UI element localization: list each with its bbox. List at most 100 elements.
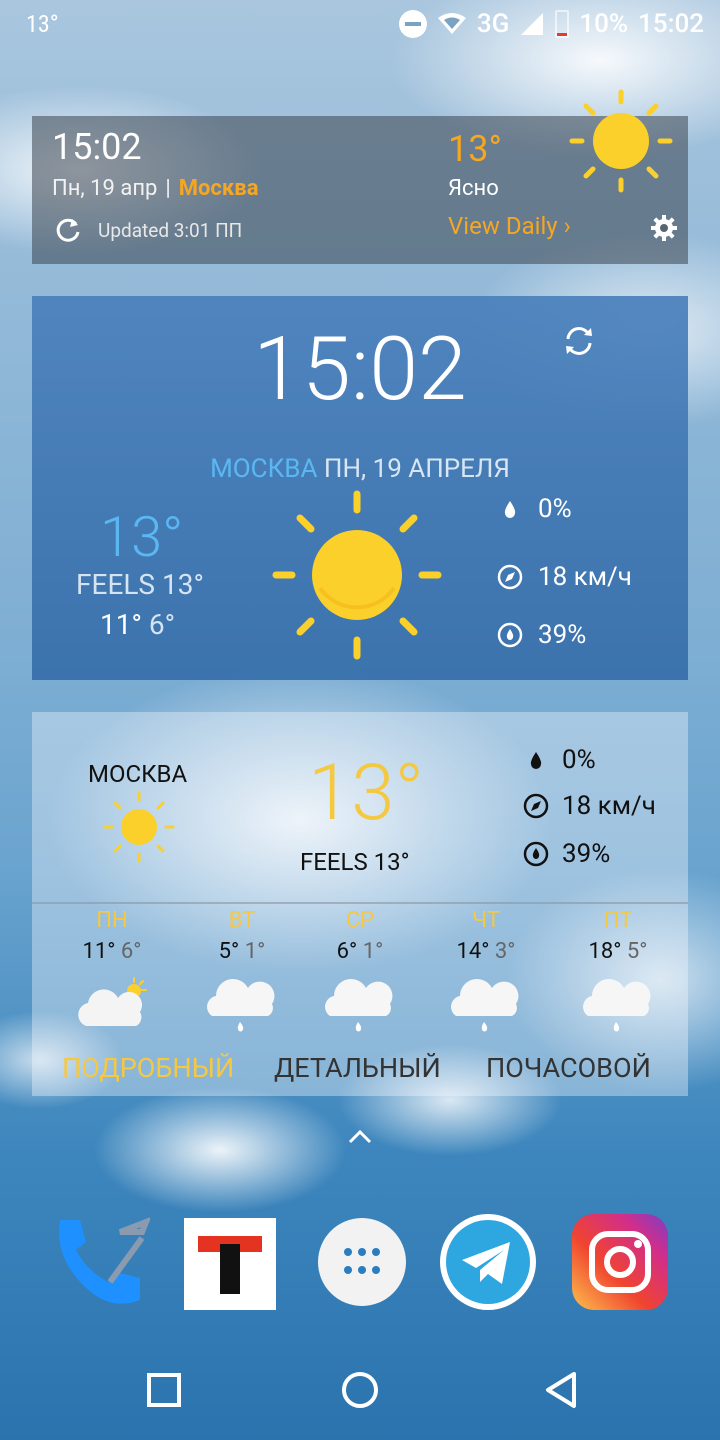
forecast-city: МОСКВА bbox=[88, 760, 188, 788]
wind-value: 18 км/ч bbox=[538, 562, 632, 592]
telegram-app-icon[interactable] bbox=[438, 1212, 538, 1312]
navigation-bar bbox=[0, 1340, 720, 1440]
day-low: 1° bbox=[244, 939, 266, 964]
day-range: 18° 5° bbox=[558, 939, 678, 964]
sun-icon bbox=[103, 791, 175, 863]
day-range: 11° 6° bbox=[52, 939, 172, 964]
humidity-value: 39% bbox=[562, 839, 611, 869]
day-high: 14° bbox=[456, 939, 490, 964]
day-name: ВТ bbox=[228, 908, 256, 933]
clock-feels: FEELS 13° bbox=[76, 568, 204, 601]
compass-icon bbox=[497, 564, 523, 590]
recents-button[interactable] bbox=[140, 1366, 188, 1414]
forecast-tabs: ПОДРОБНЫЙ ДЕТАЛЬНЫЙ ПОЧАСОВОЙ bbox=[32, 1052, 688, 1088]
raindrop-icon bbox=[530, 752, 542, 769]
humidity-icon bbox=[523, 841, 549, 867]
day-high: 6° bbox=[336, 939, 358, 964]
partly-cloudy-icon bbox=[78, 977, 147, 1026]
network-type: 3G bbox=[476, 9, 510, 39]
day-high: 11° bbox=[82, 939, 116, 964]
tab-hourly[interactable]: ПОЧАСОВОЙ bbox=[486, 1052, 651, 1084]
current-temp: 13° bbox=[448, 128, 502, 170]
humidity-icon bbox=[497, 622, 523, 648]
widget-time: 15:02 bbox=[52, 126, 142, 168]
forecast-day[interactable]: ВТ 5° 1° bbox=[182, 908, 302, 1032]
updated-label: Updated 3:01 ПП bbox=[98, 219, 243, 242]
compass-icon bbox=[523, 793, 549, 819]
signal-icon bbox=[521, 13, 544, 35]
status-temp: 13° bbox=[26, 10, 59, 38]
sun-icon bbox=[272, 490, 442, 660]
clock-high: 11° bbox=[100, 608, 142, 641]
day-low: 6° bbox=[120, 939, 142, 964]
forecast-temp: 13° bbox=[308, 748, 425, 839]
forecast-day[interactable]: СР 6° 1° bbox=[300, 908, 420, 1032]
humidity-stat: 39% bbox=[522, 838, 610, 870]
forecast-divider bbox=[32, 902, 688, 904]
weather-widget-compact[interactable]: 15:02 Пн, 19 апр | Москва Updated 3:01 ПП … bbox=[32, 89, 688, 264]
battery-percent: 10% bbox=[579, 9, 629, 39]
view-daily-link[interactable]: View Daily › bbox=[448, 212, 571, 240]
wifi-icon bbox=[437, 13, 466, 34]
wind-stat: 18 км/ч bbox=[496, 560, 632, 594]
forecast-feels: FEELS 13° bbox=[300, 848, 410, 876]
back-button[interactable] bbox=[536, 1366, 584, 1414]
forecast-day[interactable]: ПТ 18° 5° bbox=[558, 908, 678, 1032]
clock-range: 11° 6° bbox=[100, 608, 175, 641]
settings-gear-icon[interactable] bbox=[650, 214, 678, 242]
sun-icon bbox=[569, 89, 673, 193]
day-range: 6° 1° bbox=[300, 939, 420, 964]
rain-cloud-icon bbox=[325, 979, 393, 1032]
clock-low: 6° bbox=[148, 608, 176, 641]
humidity-stat: 39% bbox=[496, 618, 586, 652]
clock-temp: 13° bbox=[100, 504, 184, 570]
precip-value: 0% bbox=[562, 745, 596, 775]
clock-city: МОСКВА bbox=[210, 454, 318, 484]
day-name: СР bbox=[345, 908, 375, 933]
humidity-value: 39% bbox=[538, 620, 587, 650]
tab-detailed[interactable]: ПОДРОБНЫЙ bbox=[62, 1052, 234, 1084]
day-high: 18° bbox=[588, 939, 622, 964]
day-range: 14° 3° bbox=[426, 939, 546, 964]
status-icons: 3G 10% 15:02 bbox=[398, 6, 704, 42]
sync-icon[interactable] bbox=[562, 324, 596, 358]
day-low: 3° bbox=[494, 939, 516, 964]
forecast-day[interactable]: ЧТ 14° 3° bbox=[426, 908, 546, 1032]
instagram-app-icon[interactable] bbox=[572, 1214, 668, 1310]
weather-forecast-widget[interactable]: МОСКВА 13° FEELS 13° 0% 18 км/ч 39% ПН 1… bbox=[32, 712, 688, 1096]
app-drawer-icon[interactable] bbox=[312, 1212, 412, 1312]
day-range: 5° 1° bbox=[182, 939, 302, 964]
day-name: ПТ bbox=[603, 908, 633, 933]
weather-clock-widget[interactable]: 15:02 МОСКВА ПН, 19 АПРЕЛЯ 13° FEELS 13°… bbox=[32, 296, 688, 680]
rain-cloud-icon bbox=[207, 979, 275, 1032]
forecast-days: ПН 11° 6° ВТ 5° 1° СР 6° 1° ЧТ 14° 3° ПТ… bbox=[32, 908, 688, 1038]
rain-cloud-icon bbox=[583, 979, 651, 1032]
condition-label: Ясно bbox=[448, 176, 499, 201]
precip-value: 0% bbox=[538, 494, 572, 524]
wind-stat: 18 км/ч bbox=[522, 790, 656, 822]
day-high: 5° bbox=[218, 939, 240, 964]
raindrop-icon bbox=[504, 501, 516, 518]
day-low: 1° bbox=[362, 939, 384, 964]
battery-icon bbox=[555, 10, 570, 38]
status-time: 15:02 bbox=[638, 9, 704, 39]
chevron-up-icon[interactable] bbox=[346, 1124, 374, 1148]
tab-extended[interactable]: ДЕТАЛЬНЫЙ bbox=[274, 1052, 441, 1084]
wind-value: 18 км/ч bbox=[562, 791, 656, 821]
tj-app-icon[interactable] bbox=[184, 1218, 276, 1310]
clock-date: ПН, 19 АПРЕЛЯ bbox=[323, 454, 510, 484]
do-not-disturb-icon bbox=[398, 10, 427, 38]
forecast-day[interactable]: ПН 11° 6° bbox=[52, 908, 172, 1032]
precip-stat: 0% bbox=[496, 492, 572, 526]
phone-app-icon[interactable] bbox=[50, 1212, 150, 1312]
widget-city[interactable]: Москва bbox=[179, 176, 259, 201]
day-name: ЧТ bbox=[472, 908, 500, 933]
clock-dateline: МОСКВА ПН, 19 АПРЕЛЯ bbox=[32, 454, 688, 484]
rain-cloud-icon bbox=[451, 979, 519, 1032]
precip-stat: 0% bbox=[522, 744, 596, 776]
date-separator: | bbox=[165, 176, 171, 201]
refresh-icon[interactable] bbox=[54, 216, 82, 244]
home-button[interactable] bbox=[336, 1366, 384, 1414]
status-bar: 13° 3G 10% 15:02 bbox=[0, 0, 720, 50]
widget-date: Пн, 19 апр bbox=[52, 176, 158, 201]
